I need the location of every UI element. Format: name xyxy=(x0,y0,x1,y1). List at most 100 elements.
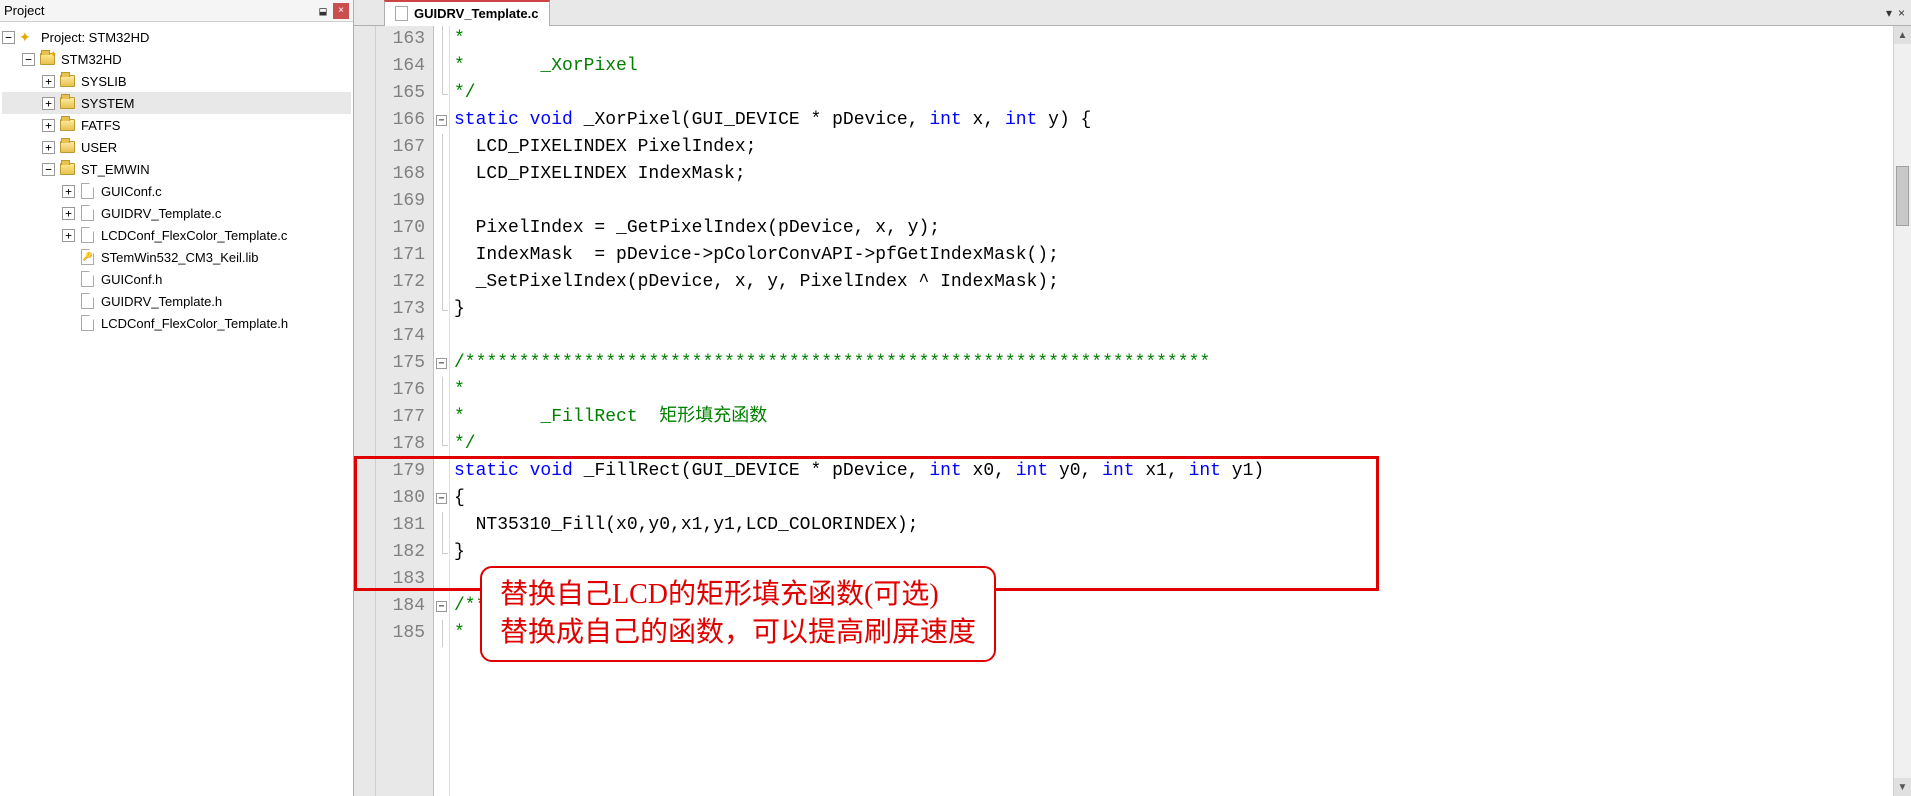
expand-icon[interactable]: + xyxy=(42,119,55,132)
folder-icon xyxy=(59,73,75,89)
c-file-icon xyxy=(79,183,95,199)
tree-group-stemwin[interactable]: − ST_EMWIN xyxy=(2,158,351,180)
collapse-icon[interactable]: − xyxy=(42,163,55,176)
target-icon xyxy=(39,51,55,67)
folder-icon xyxy=(59,117,75,133)
line-number: 174 xyxy=(376,323,425,350)
line-number: 172 xyxy=(376,269,425,296)
line-number: 185 xyxy=(376,620,425,647)
tree-group-user[interactable]: + USER xyxy=(2,136,351,158)
tree-label: GUIDRV_Template.h xyxy=(101,294,222,309)
line-number: 166 xyxy=(376,107,425,134)
line-number: 165 xyxy=(376,80,425,107)
folder-icon xyxy=(59,161,75,177)
folder-icon xyxy=(59,95,75,111)
fold-collapse-icon[interactable]: − xyxy=(436,115,447,126)
line-number: 178 xyxy=(376,431,425,458)
project-tree[interactable]: − Project: STM32HD − STM32HD + SYSLIB + … xyxy=(0,22,353,338)
h-file-icon xyxy=(79,271,95,287)
callout-line: 替换自己LCD的矩形填充函数(可选) xyxy=(500,576,976,614)
tree-file[interactable]: GUIDRV_Template.h xyxy=(2,290,351,312)
code-line: * xyxy=(450,377,1893,404)
panel-title: Project xyxy=(4,3,44,18)
line-number: 167 xyxy=(376,134,425,161)
code-line: * _XorPixel xyxy=(450,53,1893,80)
tree-label: Project: STM32HD xyxy=(41,30,149,45)
tree-label: GUIConf.h xyxy=(101,272,162,287)
tab-active[interactable]: GUIDRV_Template.c xyxy=(384,0,550,26)
tree-group-fatfs[interactable]: + FATFS xyxy=(2,114,351,136)
code-line: } xyxy=(450,539,1893,566)
tree-group-syslib[interactable]: + SYSLIB xyxy=(2,70,351,92)
tab-label: GUIDRV_Template.c xyxy=(414,6,539,21)
code-line: IndexMask = pDevice->pColorConvAPI->pfGe… xyxy=(450,242,1893,269)
callout-line: 替换成自己的函数，可以提高刷屏速度 xyxy=(500,614,976,652)
tab-close-icon[interactable]: × xyxy=(1898,6,1905,20)
line-number: 163 xyxy=(376,26,425,53)
fold-collapse-icon[interactable]: − xyxy=(436,493,447,504)
tab-bar: GUIDRV_Template.c ▾ × xyxy=(354,0,1911,26)
fold-column: − − − − xyxy=(434,26,450,796)
line-number-gutter: 163 164 165 166 167 168 169 170 171 172 … xyxy=(376,26,434,796)
code-editor[interactable]: * * _XorPixel */ static void _XorPixel(G… xyxy=(450,26,1893,796)
expand-icon[interactable]: + xyxy=(62,229,75,242)
vertical-scrollbar[interactable]: ▲ ▼ xyxy=(1893,26,1911,796)
line-number: 184 xyxy=(376,593,425,620)
code-line: PixelIndex = _GetPixelIndex(pDevice, x, … xyxy=(450,215,1893,242)
fold-collapse-icon[interactable]: − xyxy=(436,601,447,612)
h-file-icon xyxy=(79,315,95,331)
line-number: 181 xyxy=(376,512,425,539)
expand-icon[interactable]: + xyxy=(42,75,55,88)
code-line: { xyxy=(450,485,1893,512)
line-number: 179 xyxy=(376,458,425,485)
tree-file[interactable]: LCDConf_FlexColor_Template.h xyxy=(2,312,351,334)
line-number: 170 xyxy=(376,215,425,242)
code-line: * _FillRect 矩形填充函数 xyxy=(450,404,1893,431)
tree-label: GUIDRV_Template.c xyxy=(101,206,221,221)
code-line: static void _FillRect(GUI_DEVICE * pDevi… xyxy=(450,458,1893,485)
code-line: static void _XorPixel(GUI_DEVICE * pDevi… xyxy=(450,107,1893,134)
scroll-up-icon[interactable]: ▲ xyxy=(1894,26,1911,44)
tree-file[interactable]: + GUIConf.c xyxy=(2,180,351,202)
collapse-icon[interactable]: − xyxy=(22,53,35,66)
tree-label: SYSTEM xyxy=(81,96,134,111)
line-number: 182 xyxy=(376,539,425,566)
h-file-icon xyxy=(79,293,95,309)
line-number: 164 xyxy=(376,53,425,80)
expand-icon[interactable]: + xyxy=(42,141,55,154)
line-number: 177 xyxy=(376,404,425,431)
code-line: * xyxy=(450,26,1893,53)
tree-file[interactable]: GUIConf.h xyxy=(2,268,351,290)
line-number: 183 xyxy=(376,566,425,593)
scroll-down-icon[interactable]: ▼ xyxy=(1894,778,1911,796)
tab-dropdown-icon[interactable]: ▾ xyxy=(1886,6,1892,20)
tree-label: STM32HD xyxy=(61,52,122,67)
tree-label: GUIConf.c xyxy=(101,184,162,199)
tree-target[interactable]: − STM32HD xyxy=(2,48,351,70)
tree-project-root[interactable]: − Project: STM32HD xyxy=(2,26,351,48)
code-line: LCD_PIXELINDEX IndexMask; xyxy=(450,161,1893,188)
code-line: _SetPixelIndex(pDevice, x, y, PixelIndex… xyxy=(450,269,1893,296)
fold-collapse-icon[interactable]: − xyxy=(436,358,447,369)
tree-label: ST_EMWIN xyxy=(81,162,150,177)
c-file-icon xyxy=(79,227,95,243)
tree-file[interactable]: + GUIDRV_Template.c xyxy=(2,202,351,224)
expand-icon[interactable]: + xyxy=(62,185,75,198)
tree-file[interactable]: + LCDConf_FlexColor_Template.c xyxy=(2,224,351,246)
c-file-icon xyxy=(395,6,408,21)
expand-icon[interactable]: + xyxy=(62,207,75,220)
code-line: */ xyxy=(450,80,1893,107)
line-number: 176 xyxy=(376,377,425,404)
collapse-icon[interactable]: − xyxy=(2,31,15,44)
code-line xyxy=(450,323,1893,350)
close-panel-button[interactable]: × xyxy=(333,3,349,19)
code-line xyxy=(450,188,1893,215)
code-line: NT35310_Fill(x0,y0,x1,y1,LCD_COLORINDEX)… xyxy=(450,512,1893,539)
expand-icon[interactable]: + xyxy=(42,97,55,110)
code-line: LCD_PIXELINDEX PixelIndex; xyxy=(450,134,1893,161)
scrollbar-thumb[interactable] xyxy=(1896,166,1909,226)
pin-icon[interactable]: ⬓ xyxy=(315,3,331,19)
tree-group-system[interactable]: + SYSTEM xyxy=(2,92,351,114)
tree-file[interactable]: STemWin532_CM3_Keil.lib xyxy=(2,246,351,268)
editor-gutter xyxy=(354,26,376,796)
